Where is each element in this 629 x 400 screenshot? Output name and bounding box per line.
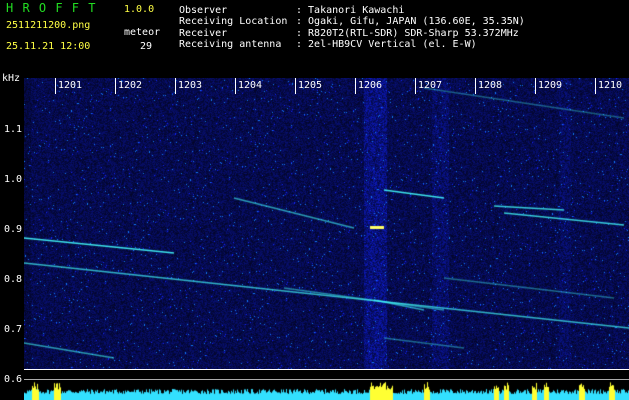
header-panel: H R O F F T 1.0.0 2511211200.png meteor … bbox=[0, 0, 629, 78]
info-label-observer: Observer bbox=[179, 5, 228, 16]
x-tick-mark bbox=[355, 78, 356, 94]
y-tick-label: 1.0 bbox=[3, 174, 22, 185]
x-tick-label: 1210 bbox=[598, 80, 623, 91]
y-tick-label: 1.1 bbox=[3, 124, 22, 135]
y-tick-label: 0.7 bbox=[3, 324, 22, 335]
x-tick-mark bbox=[595, 78, 596, 94]
y-axis-unit: kHz bbox=[2, 73, 21, 84]
x-tick-mark bbox=[475, 78, 476, 94]
info-label-location: Receiving Location bbox=[179, 16, 288, 27]
x-tick-label: 1201 bbox=[58, 80, 83, 91]
x-tick-mark bbox=[115, 78, 116, 94]
info-value-location: : Ogaki, Gifu, JAPAN (136.60E, 35.35N) bbox=[296, 16, 525, 27]
meteor-label: meteor bbox=[124, 27, 161, 38]
x-tick-label: 1206 bbox=[358, 80, 383, 91]
x-tick-label: 1209 bbox=[538, 80, 563, 91]
info-value-observer: : Takanori Kawachi bbox=[296, 5, 405, 16]
info-label-receiver: Receiver bbox=[179, 28, 228, 39]
y-tick-label: 0.8 bbox=[3, 274, 22, 285]
info-label-antenna: Receiving antenna bbox=[179, 39, 282, 50]
x-tick-mark bbox=[235, 78, 236, 94]
app-version: 1.0.0 bbox=[124, 4, 155, 15]
x-tick-mark bbox=[295, 78, 296, 94]
info-value-receiver: : R820T2(RTL-SDR) SDR-Sharp 53.372MHz bbox=[296, 28, 519, 39]
activity-strip bbox=[24, 380, 629, 400]
y-axis: kHz 1.1 1.0 0.9 0.8 0.7 0.6 bbox=[0, 74, 24, 400]
meteor-count: 29 bbox=[140, 41, 153, 52]
app-title: H R O F F T bbox=[6, 1, 97, 15]
x-tick-label: 1208 bbox=[478, 80, 503, 91]
x-tick-label: 1207 bbox=[418, 80, 443, 91]
y-tick-label: 0.6 bbox=[3, 374, 22, 385]
file-name: 2511211200.png bbox=[6, 20, 91, 31]
baseline-divider bbox=[24, 369, 629, 370]
x-tick-label: 1205 bbox=[298, 80, 323, 91]
x-tick-mark bbox=[535, 78, 536, 94]
x-tick-mark bbox=[415, 78, 416, 94]
info-value-antenna: : 2el-HB9CV Vertical (el. E-W) bbox=[296, 39, 477, 50]
x-tick-mark bbox=[55, 78, 56, 94]
x-tick-label: 1202 bbox=[118, 80, 143, 91]
spectrogram bbox=[24, 78, 629, 370]
x-tick-mark bbox=[175, 78, 176, 94]
file-datetime: 25.11.21 12:00 bbox=[6, 41, 91, 52]
y-tick-label: 0.9 bbox=[3, 224, 22, 235]
x-tick-label: 1204 bbox=[238, 80, 263, 91]
x-tick-label: 1203 bbox=[178, 80, 203, 91]
